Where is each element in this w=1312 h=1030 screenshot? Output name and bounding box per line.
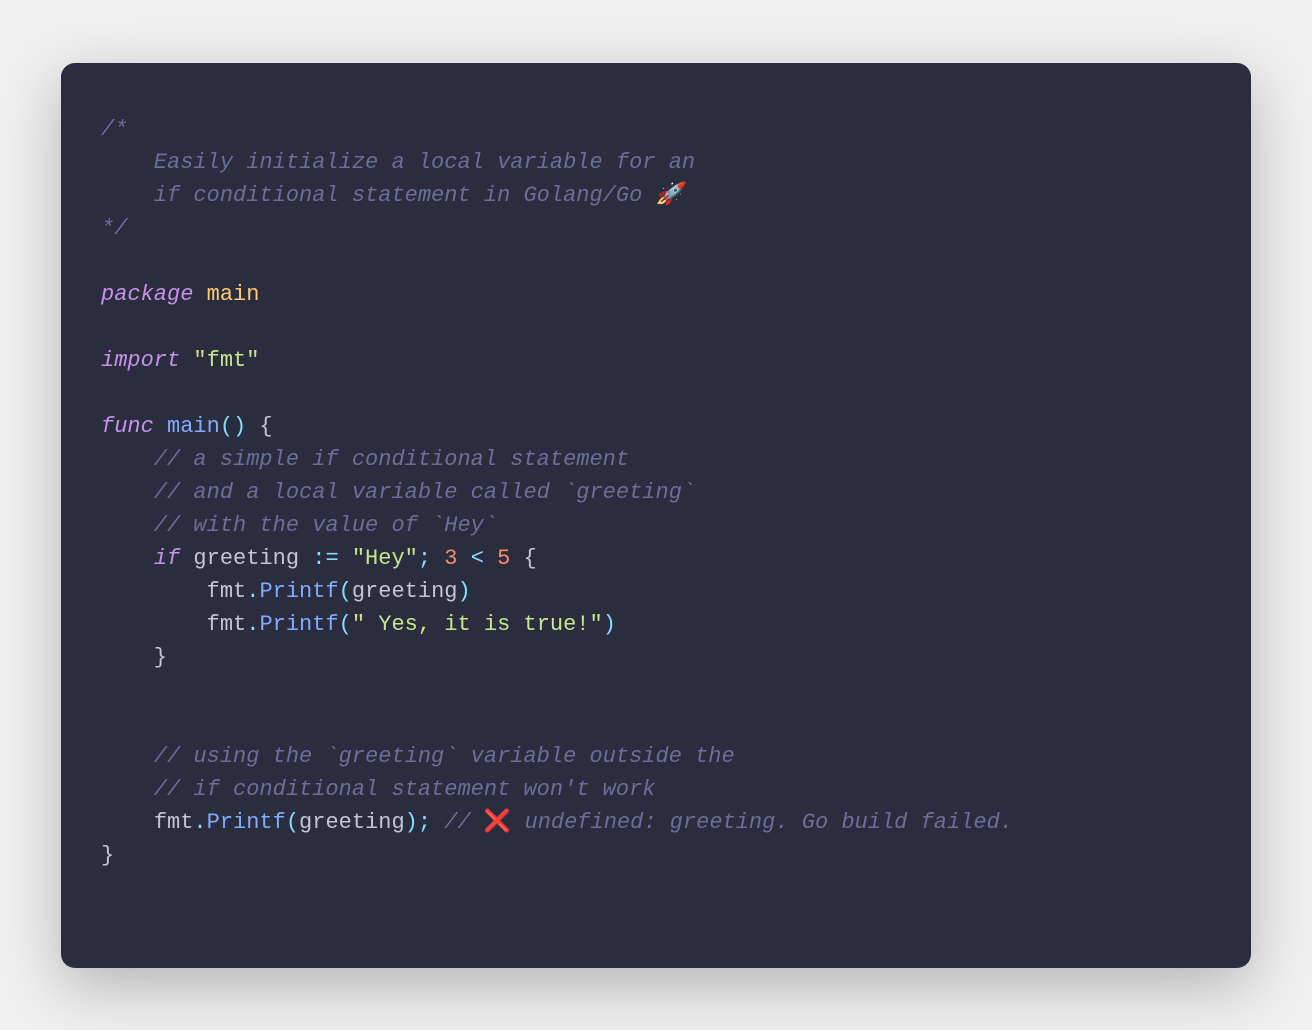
dot: . bbox=[193, 810, 206, 835]
func-call: Printf bbox=[207, 810, 286, 835]
string-literal: " Yes, it is true!" bbox=[352, 612, 603, 637]
func-call: Printf bbox=[259, 579, 338, 604]
line-comment: // with the value of `Hey` bbox=[101, 513, 497, 538]
arg: greeting bbox=[299, 810, 405, 835]
space bbox=[431, 546, 444, 571]
space bbox=[299, 546, 312, 571]
block-comment-line1: Easily initialize a local variable for a… bbox=[101, 150, 695, 175]
block-comment-close: */ bbox=[101, 216, 127, 241]
code-card: /* Easily initialize a local variable fo… bbox=[61, 63, 1251, 968]
indent bbox=[101, 612, 207, 637]
lparen: ( bbox=[339, 579, 352, 604]
pkg-ref: fmt bbox=[154, 810, 194, 835]
number-literal: 3 bbox=[444, 546, 457, 571]
line-comment: // and a local variable called `greeting… bbox=[101, 480, 695, 505]
comment-rest: undefined: greeting. Go build failed. bbox=[511, 810, 1013, 835]
space bbox=[339, 546, 352, 571]
line-comment: // a simple if conditional statement bbox=[101, 447, 629, 472]
func-open-brace: { bbox=[246, 414, 272, 439]
semicolon: ; bbox=[418, 810, 431, 835]
indent bbox=[101, 546, 154, 571]
indent bbox=[101, 579, 207, 604]
pkg-ref: fmt bbox=[207, 579, 247, 604]
semicolon: ; bbox=[418, 546, 431, 571]
cross-mark-icon: ❌ bbox=[484, 810, 511, 835]
pkg-ref: fmt bbox=[207, 612, 247, 637]
close-brace: } bbox=[101, 843, 114, 868]
line-comment: // using the `greeting` variable outside… bbox=[101, 744, 735, 769]
space bbox=[510, 546, 523, 571]
lt-op: < bbox=[471, 546, 484, 571]
block-comment-open: /* bbox=[101, 117, 127, 142]
if-keyword: if bbox=[154, 546, 180, 571]
string-literal: "Hey" bbox=[352, 546, 418, 571]
import-keyword: import bbox=[101, 348, 180, 373]
import-path: "fmt" bbox=[193, 348, 259, 373]
lparen: ( bbox=[286, 810, 299, 835]
number-literal: 5 bbox=[497, 546, 510, 571]
close-brace: } bbox=[101, 645, 167, 670]
rparen: ) bbox=[405, 810, 418, 835]
block-comment-line2: if conditional statement in Golang/Go 🚀 bbox=[101, 183, 683, 208]
space bbox=[431, 810, 444, 835]
space bbox=[484, 546, 497, 571]
package-name: main bbox=[207, 282, 260, 307]
func-name: main bbox=[167, 414, 220, 439]
trailing-comment: // ❌ undefined: greeting. Go build faile… bbox=[444, 810, 1013, 835]
indent bbox=[101, 810, 154, 835]
dot: . bbox=[246, 612, 259, 637]
var-name: greeting bbox=[193, 546, 299, 571]
arg: greeting bbox=[352, 579, 458, 604]
space bbox=[457, 546, 470, 571]
rparen: ) bbox=[457, 579, 470, 604]
space bbox=[180, 546, 193, 571]
comment-prefix: // bbox=[444, 810, 484, 835]
func-parens: () bbox=[220, 414, 246, 439]
lparen: ( bbox=[339, 612, 352, 637]
func-call: Printf bbox=[259, 612, 338, 637]
rparen: ) bbox=[603, 612, 616, 637]
dot: . bbox=[246, 579, 259, 604]
func-keyword: func bbox=[101, 414, 154, 439]
line-comment: // if conditional statement won't work bbox=[101, 777, 656, 802]
package-keyword: package bbox=[101, 282, 193, 307]
open-brace: { bbox=[524, 546, 537, 571]
assign-op: := bbox=[312, 546, 338, 571]
code-block: /* Easily initialize a local variable fo… bbox=[101, 113, 1211, 872]
